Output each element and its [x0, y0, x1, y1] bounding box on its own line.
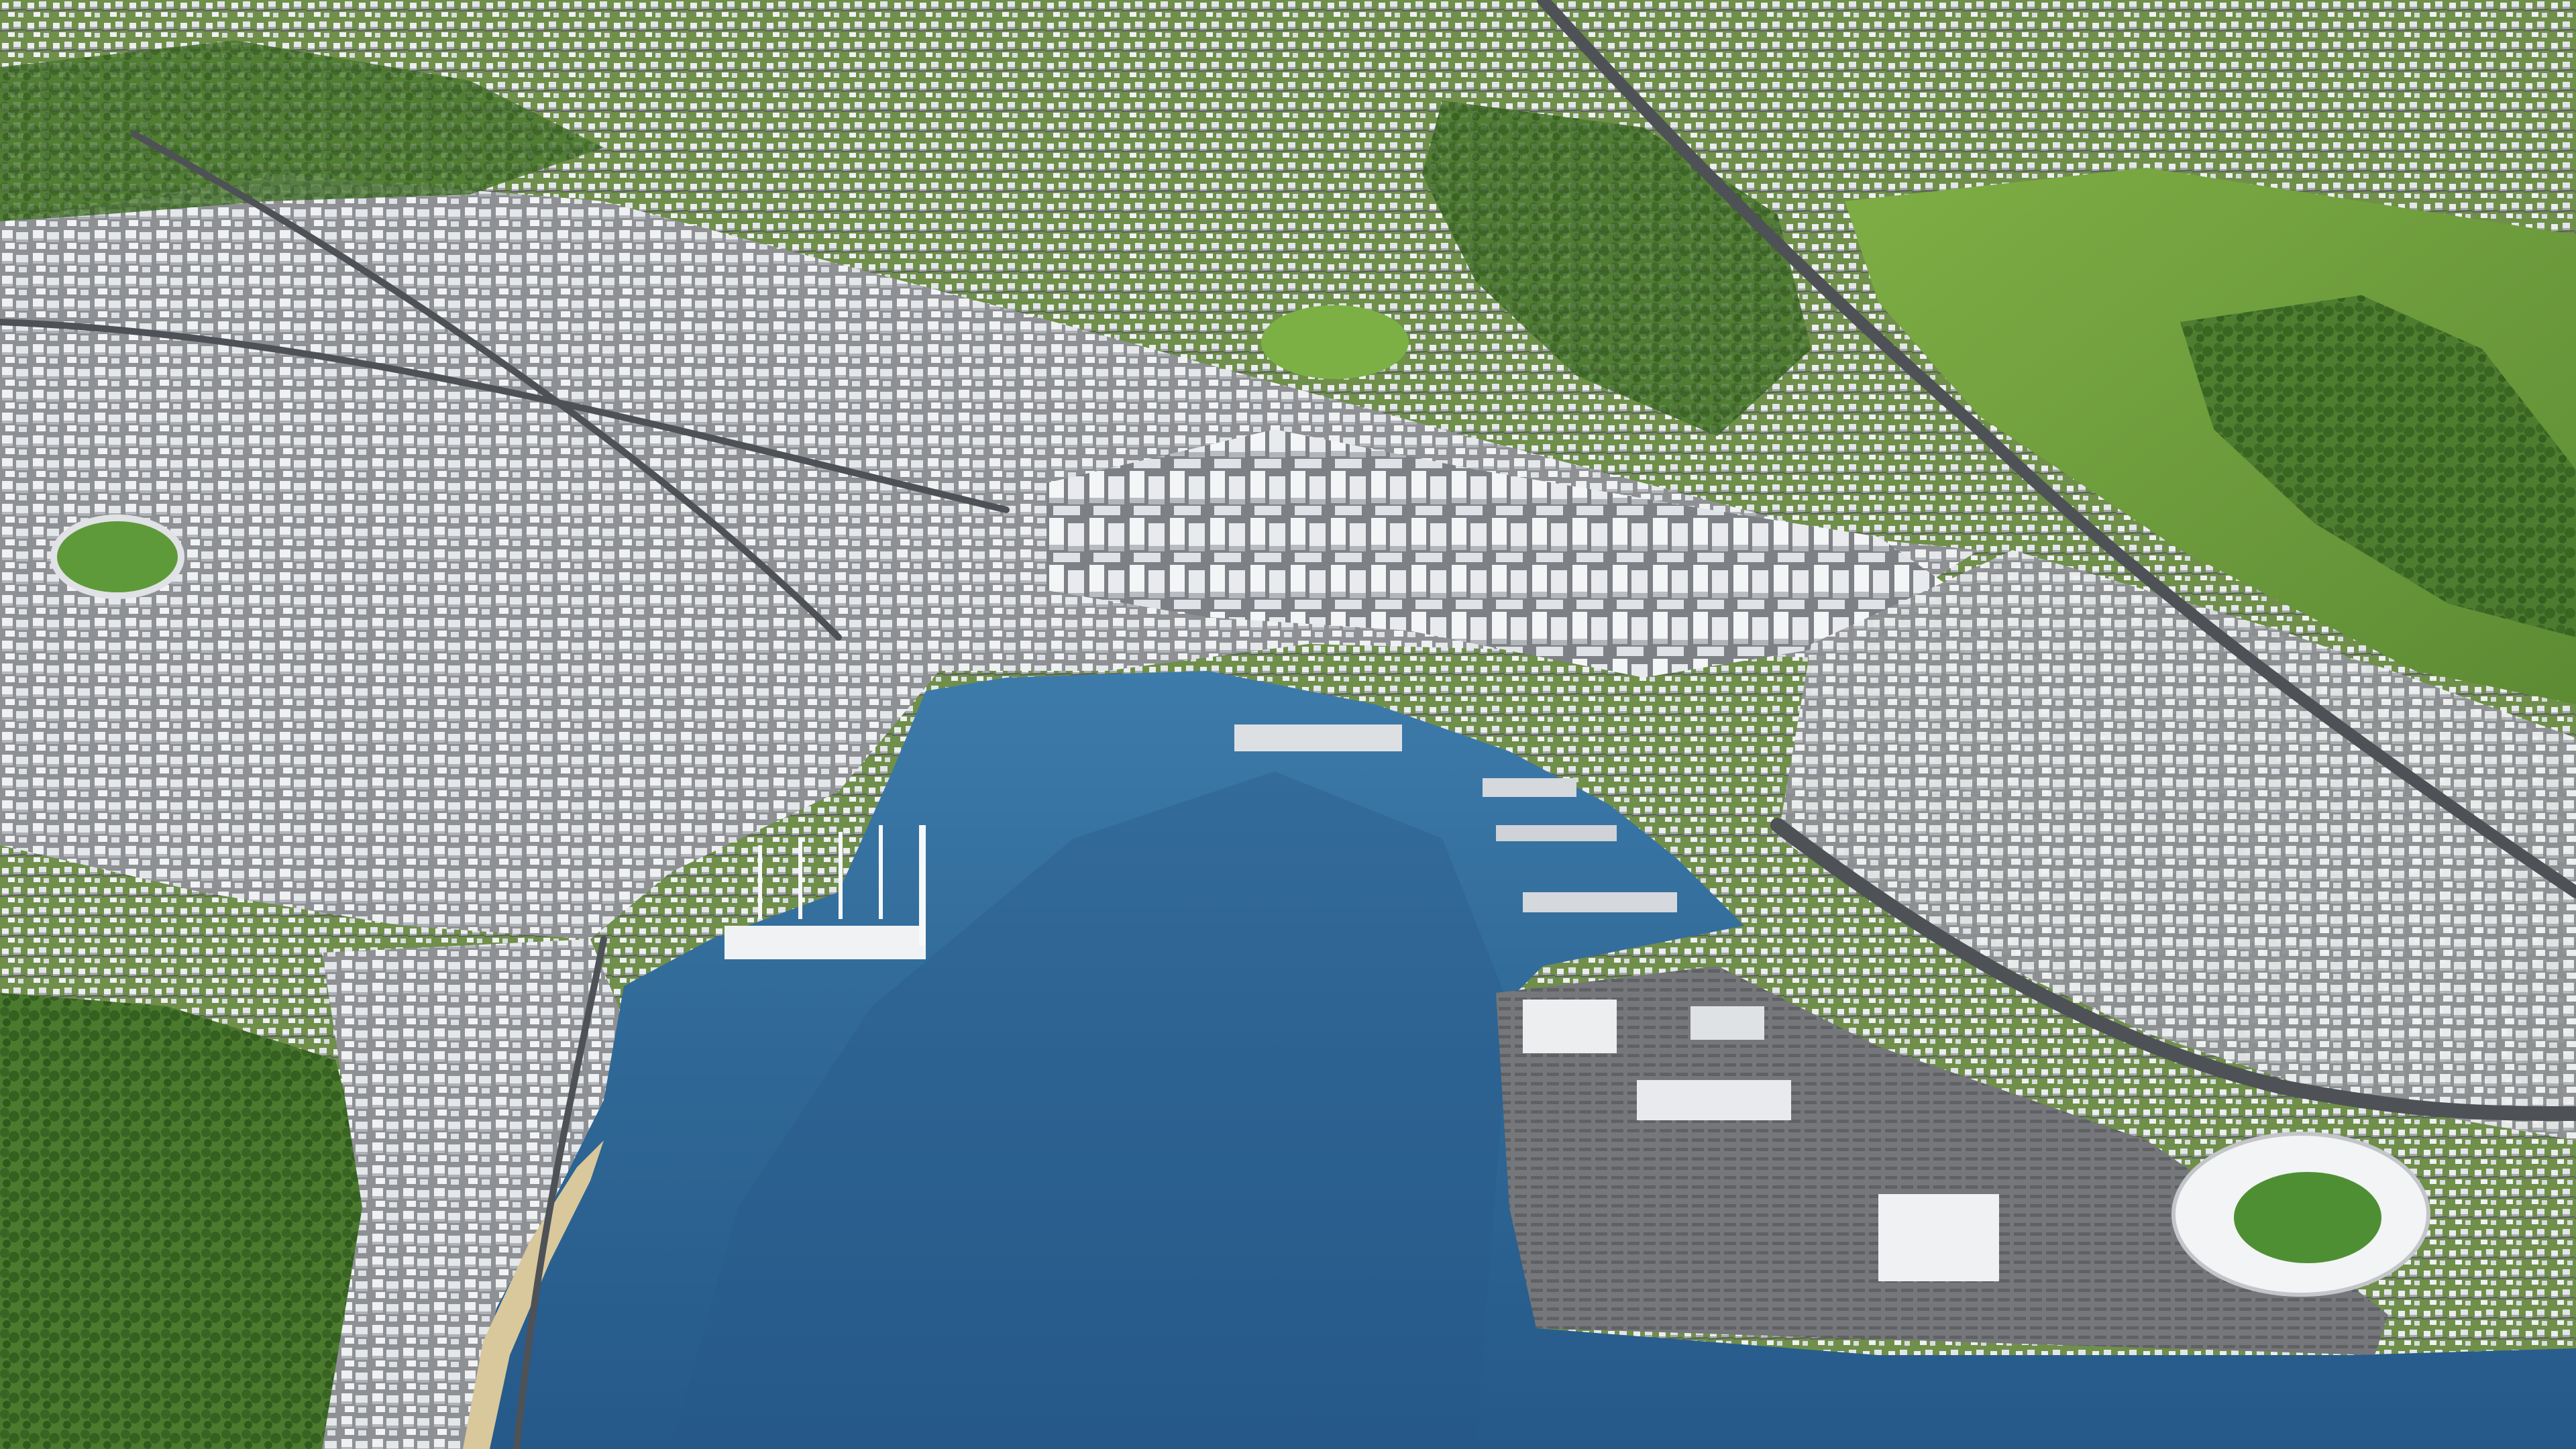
park-green-top — [1261, 305, 1409, 379]
stadium-pitch — [2234, 1172, 2381, 1263]
port-shed-4 — [1690, 1006, 1764, 1040]
sports-oval — [50, 515, 184, 599]
southern-hills — [0, 993, 376, 1449]
wharf-1 — [1234, 724, 1402, 751]
wharf-3 — [1496, 825, 1617, 841]
port-shed-3 — [1878, 1194, 1999, 1281]
wharf-4 — [1523, 892, 1677, 912]
port-shed-1 — [1523, 1000, 1617, 1053]
wharf-2 — [1483, 778, 1576, 797]
port-shed-2 — [1637, 1080, 1791, 1120]
marina-pier — [724, 926, 926, 959]
aerial-city-scene — [0, 0, 2576, 1449]
